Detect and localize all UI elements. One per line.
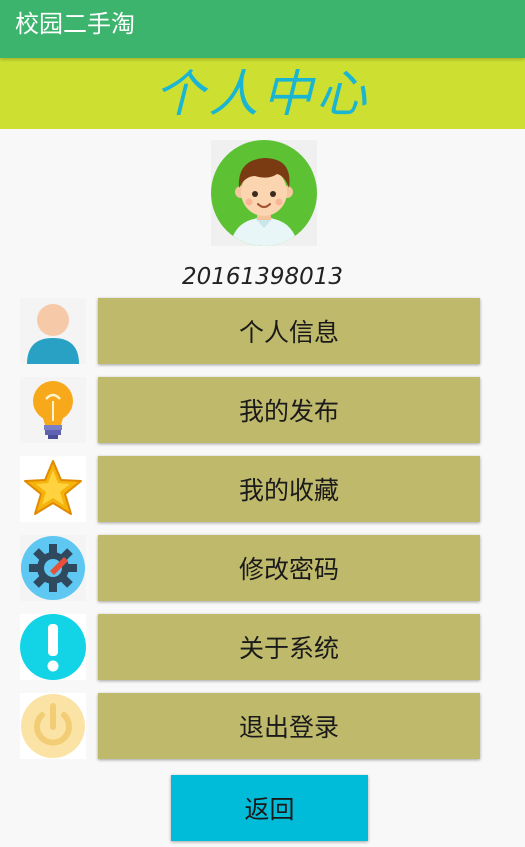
menu-row-personal-info: 个人信息 (0, 298, 525, 364)
app-title: 校园二手淘 (15, 10, 135, 38)
menu-row-my-favorites: 我的收藏 (0, 456, 525, 522)
star-icon (20, 456, 86, 522)
my-posts-button[interactable]: 我的发布 (98, 377, 480, 443)
menu-row-my-posts: 我的发布 (0, 377, 525, 443)
boy-avatar-icon (211, 140, 317, 246)
logout-button[interactable]: 退出登录 (98, 693, 480, 759)
menu-row-logout: 退出登录 (0, 693, 525, 759)
menu-row-about-system: 关于系统 (0, 614, 525, 680)
menu-row-change-password: 修改密码 (0, 535, 525, 601)
gear-wrench-icon (20, 535, 86, 601)
about-system-button[interactable]: 关于系统 (98, 614, 480, 680)
user-icon (20, 298, 86, 364)
avatar[interactable] (211, 140, 317, 246)
app-bar: 校园二手淘 (0, 0, 525, 58)
header-banner: 个人中心 (0, 58, 525, 129)
power-icon (20, 693, 86, 759)
lightbulb-icon (20, 377, 86, 443)
change-password-button[interactable]: 修改密码 (98, 535, 480, 601)
my-favorites-button[interactable]: 我的收藏 (98, 456, 480, 522)
exclamation-icon (20, 614, 86, 680)
page-title: 个人中心 (154, 65, 371, 123)
user-id-label: 20161398013 (182, 264, 343, 290)
personal-info-button[interactable]: 个人信息 (98, 298, 480, 364)
back-button[interactable]: 返回 (171, 775, 368, 841)
